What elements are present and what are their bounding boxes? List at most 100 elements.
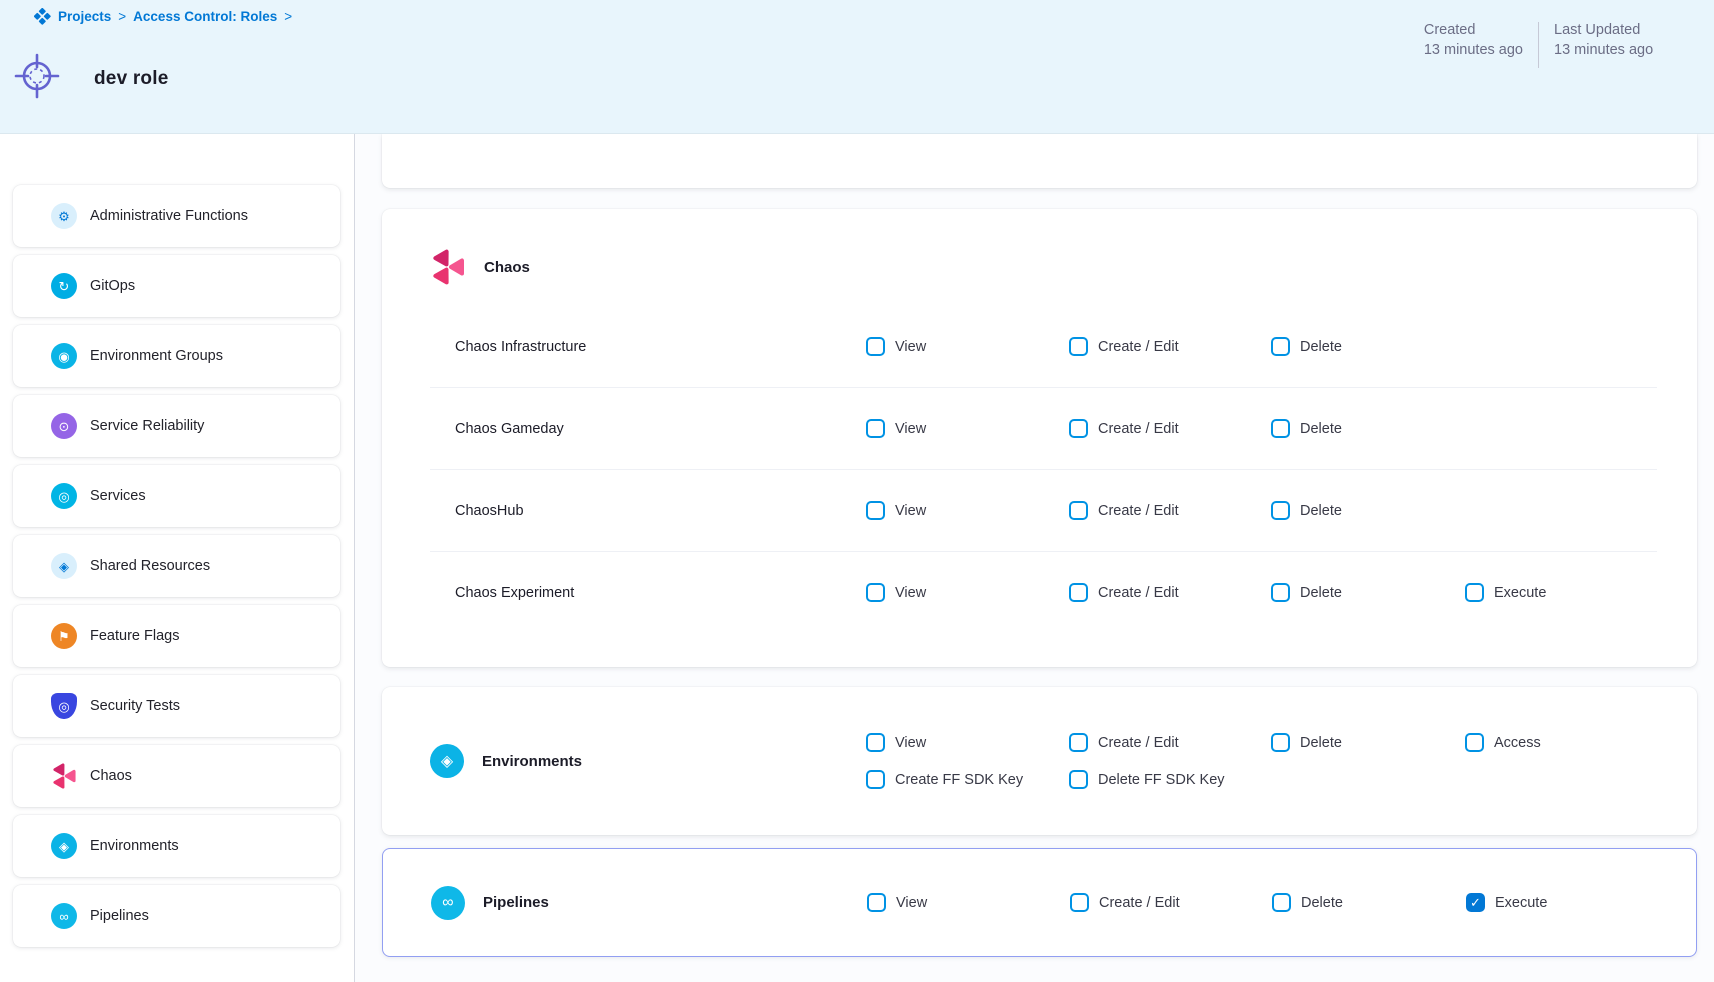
pipelines-icon: ∞ bbox=[51, 903, 77, 929]
create-ff-sdk-key-checkbox[interactable] bbox=[866, 770, 885, 789]
create-edit-checkbox[interactable] bbox=[1070, 893, 1089, 912]
permission-label: View bbox=[895, 339, 926, 355]
permission-rows: Chaos InfrastructureViewCreate / EditDel… bbox=[430, 306, 1697, 633]
permission-delete[interactable]: Delete bbox=[1271, 501, 1465, 520]
delete-checkbox[interactable] bbox=[1271, 419, 1290, 438]
sidebar-item-shared-resources[interactable]: ◈Shared Resources bbox=[13, 535, 340, 597]
permission-delete[interactable]: Delete bbox=[1271, 337, 1465, 356]
permission-label: Delete FF SDK Key bbox=[1098, 772, 1225, 788]
breadcrumb-projects-link[interactable]: Projects bbox=[58, 9, 111, 24]
role-meta: Created 13 minutes ago Last Updated 13 m… bbox=[1424, 22, 1714, 68]
gitops-icon: ↻ bbox=[51, 273, 77, 299]
delete-checkbox[interactable] bbox=[1271, 501, 1290, 520]
permission-execute[interactable]: Execute bbox=[1465, 583, 1697, 602]
sidebar-item-services[interactable]: ◎Services bbox=[13, 465, 340, 527]
resource-sidebar: ⚙Administrative Functions ↻ GitOps ◉Environ… bbox=[0, 134, 354, 982]
chaos-permissions-card: ChaosChaos InfrastructureViewCreate / Ed… bbox=[382, 209, 1697, 667]
delete-checkbox[interactable] bbox=[1271, 583, 1290, 602]
delete-ff-sdk-key-checkbox[interactable] bbox=[1069, 770, 1088, 789]
permission-access[interactable]: Access bbox=[1465, 733, 1541, 752]
permission-row-chaos-gameday: Chaos GamedayViewCreate / Edit Delete bbox=[430, 388, 1697, 469]
resource-label: Chaos Gameday bbox=[430, 421, 866, 437]
permissions-panel: ChaosChaos InfrastructureViewCreate / Ed… bbox=[382, 134, 1697, 957]
environments-card-header: ◈Environments bbox=[430, 744, 866, 778]
chaos-icon bbox=[51, 763, 77, 789]
permission-view[interactable]: View bbox=[866, 583, 1069, 602]
permission-delete[interactable]: Delete bbox=[1271, 583, 1465, 602]
role-header: dev role bbox=[12, 50, 168, 107]
permission-label: Create FF SDK Key bbox=[895, 772, 1023, 788]
sidebar-item-pipelines[interactable]: ∞Pipelines bbox=[13, 885, 340, 947]
permission-view[interactable]: View bbox=[866, 501, 1069, 520]
permission-delete[interactable]: Delete bbox=[1271, 419, 1465, 438]
view-checkbox[interactable] bbox=[866, 733, 885, 752]
permission-label: Create / Edit bbox=[1098, 339, 1179, 355]
resource-label: Chaos Experiment bbox=[430, 585, 866, 601]
execute-checkbox[interactable] bbox=[1465, 583, 1484, 602]
permission-execute[interactable]: Execute bbox=[1466, 893, 1547, 912]
permission-create-ff-sdk-key[interactable]: Create FF SDK Key bbox=[866, 770, 1069, 789]
permission-label: Create / Edit bbox=[1098, 503, 1179, 519]
permission-view[interactable]: View bbox=[867, 893, 1070, 912]
sidebar-item-environments[interactable]: ◈Environments bbox=[13, 815, 340, 877]
permission-row-chaoshub: ChaosHubView Create / Edit Delete bbox=[430, 470, 1697, 551]
sidebar-item-gitops[interactable]: ↻ GitOps bbox=[13, 255, 340, 317]
permission-label: Delete bbox=[1300, 339, 1342, 355]
create-edit-checkbox[interactable] bbox=[1069, 501, 1088, 520]
access-checkbox[interactable] bbox=[1465, 733, 1484, 752]
permission-view[interactable]: View bbox=[866, 419, 1069, 438]
view-checkbox[interactable] bbox=[866, 419, 885, 438]
create-edit-checkbox[interactable] bbox=[1069, 733, 1088, 752]
view-checkbox[interactable] bbox=[867, 893, 886, 912]
permission-label: Delete bbox=[1300, 421, 1342, 437]
permission-delete-ff-sdk-key[interactable]: Delete FF SDK Key bbox=[1069, 770, 1271, 789]
delete-checkbox[interactable] bbox=[1272, 893, 1291, 912]
permission-label: View bbox=[895, 735, 926, 751]
resource-label: Chaos Infrastructure bbox=[430, 339, 866, 355]
last-updated-value: 13 minutes ago bbox=[1554, 42, 1714, 58]
permission-delete[interactable]: Delete bbox=[1271, 733, 1465, 752]
permission-create-edit[interactable]: Create / Edit bbox=[1070, 893, 1272, 912]
permission-cards: ChaosChaos InfrastructureViewCreate / Ed… bbox=[382, 209, 1697, 957]
execute-checkbox[interactable] bbox=[1466, 893, 1485, 912]
permission-create-edit[interactable]: Create / Edit bbox=[1069, 337, 1271, 356]
permission-delete[interactable]: Delete bbox=[1272, 893, 1466, 912]
environments-icon: ◈ bbox=[430, 744, 464, 778]
sidebar-item-chaos[interactable]: Chaos bbox=[13, 745, 340, 807]
delete-checkbox[interactable] bbox=[1271, 337, 1290, 356]
meta-divider bbox=[1538, 22, 1539, 68]
resource-label: ChaosHub bbox=[430, 503, 866, 519]
create-edit-checkbox[interactable] bbox=[1069, 337, 1088, 356]
sidebar-item-label: Security Tests bbox=[90, 698, 180, 714]
permission-view[interactable]: View bbox=[866, 733, 1069, 752]
sidebar-item-feature-flags[interactable]: ⚑Feature Flags bbox=[13, 605, 340, 667]
delete-checkbox[interactable] bbox=[1271, 733, 1290, 752]
sidebar-item-security-tests[interactable]: ◎Security Tests bbox=[13, 675, 340, 737]
breadcrumb: Projects > Access Control: Roles > bbox=[34, 8, 292, 25]
sidebar-item-label: GitOps bbox=[90, 278, 135, 294]
permission-create-edit[interactable]: Create / Edit bbox=[1069, 583, 1271, 602]
permission-view[interactable]: View bbox=[866, 337, 1069, 356]
resource-list: ⚙Administrative Functions ↻ GitOps ◉Environ… bbox=[0, 134, 354, 947]
sidebar-item-label: Feature Flags bbox=[90, 628, 179, 644]
sidebar-item-environment-groups[interactable]: ◉Environment Groups bbox=[13, 325, 340, 387]
permission-create-edit[interactable]: Create / Edit bbox=[1069, 501, 1271, 520]
sidebar-item-label: Services bbox=[90, 488, 146, 504]
permission-create-edit[interactable]: Create / Edit bbox=[1069, 733, 1271, 752]
create-edit-checkbox[interactable] bbox=[1069, 583, 1088, 602]
permission-lines: View Create / Edit DeleteAccess Create FF S… bbox=[866, 729, 1541, 794]
permission-create-edit[interactable]: Create / Edit bbox=[1069, 419, 1271, 438]
create-edit-checkbox[interactable] bbox=[1069, 419, 1088, 438]
breadcrumb-roles-link[interactable]: Access Control: Roles bbox=[133, 9, 277, 24]
chaos-card-header: Chaos bbox=[430, 249, 1697, 285]
environment-groups-icon: ◉ bbox=[51, 343, 77, 369]
permission-label: Create / Edit bbox=[1099, 895, 1180, 911]
sidebar-item-administrative-functions[interactable]: ⚙Administrative Functions bbox=[13, 185, 340, 247]
view-checkbox[interactable] bbox=[866, 337, 885, 356]
chaos-icon bbox=[430, 249, 466, 285]
view-checkbox[interactable] bbox=[866, 583, 885, 602]
view-checkbox[interactable] bbox=[866, 501, 885, 520]
permission-label: Create / Edit bbox=[1098, 735, 1179, 751]
sidebar-item-service-reliability[interactable]: ⊙Service Reliability bbox=[13, 395, 340, 457]
last-updated-label: Last Updated bbox=[1554, 22, 1714, 38]
